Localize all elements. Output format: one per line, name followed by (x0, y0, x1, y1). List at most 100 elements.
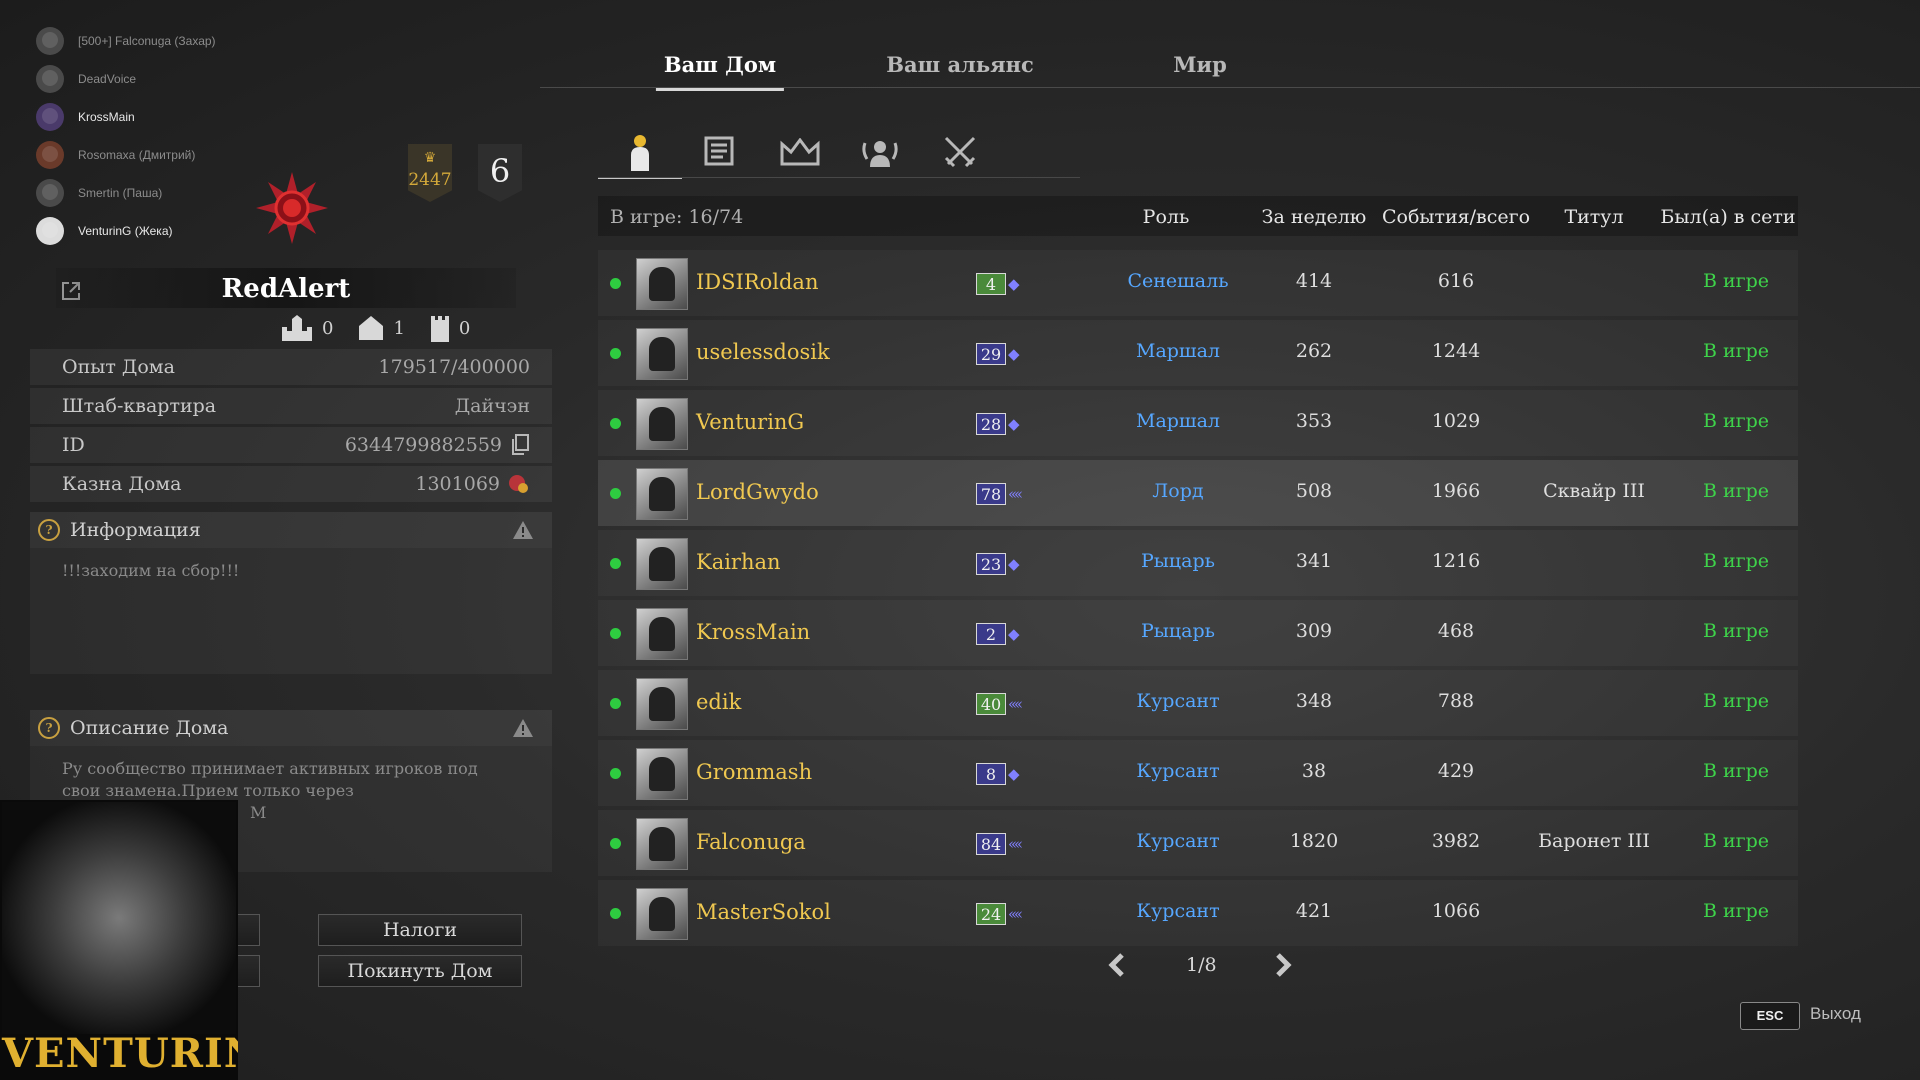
previous-page-icon[interactable] (1106, 952, 1130, 978)
member-row[interactable]: IDSIRoldan 4 ◆ Сенешаль 414 616 В игре (598, 250, 1798, 316)
subtab-war[interactable] (930, 128, 990, 176)
member-row[interactable]: edik 40 ‹‹‹‹ Курсант 348 788 В игре (598, 670, 1798, 736)
member-role[interactable]: Рыцарь (1141, 620, 1215, 642)
description-section-header: ? Описание Дома (30, 710, 552, 746)
member-avatar[interactable] (636, 818, 688, 870)
taxes-button[interactable]: Налоги (318, 914, 522, 946)
leave-house-button[interactable]: Покинуть Дом (318, 955, 522, 987)
member-role[interactable]: Курсант (1136, 760, 1219, 782)
member-total: 1966 (1431, 480, 1481, 502)
member-avatar[interactable] (636, 678, 688, 730)
online-count: В игре: 16/74 (610, 206, 744, 228)
header-title[interactable]: Титул (1564, 206, 1623, 228)
castle-icon (282, 315, 312, 341)
rank-chevron-icon: ◆ (1008, 625, 1019, 643)
report-icon[interactable] (512, 520, 534, 540)
house-count-value: 1 (393, 317, 405, 339)
member-avatar[interactable] (636, 258, 688, 310)
member-name[interactable]: Grommash (696, 760, 812, 784)
member-week: 1820 (1289, 830, 1339, 852)
rank-chevron-icon: ‹‹‹‹ (1008, 695, 1023, 713)
member-role[interactable]: Маршал (1136, 340, 1220, 362)
member-avatar[interactable] (636, 398, 688, 450)
member-week: 38 (1301, 760, 1327, 782)
person-icon (631, 135, 649, 171)
subtab-log[interactable] (690, 128, 750, 176)
header-week[interactable]: За неделю (1262, 206, 1367, 228)
member-row[interactable]: MasterSokol 24 ‹‹‹‹ Курсант 421 1066 В игре (598, 880, 1798, 946)
crown-icon: ♛ (423, 150, 437, 166)
tab-world[interactable]: Мир (1173, 52, 1227, 77)
member-row[interactable]: LordGwydo 78 ‹‹‹‹ Лорд 508 1966 Сквайр III В иг… (598, 460, 1798, 526)
house-count: 1 (357, 316, 405, 340)
voice-user: KrossMain (36, 98, 216, 136)
member-week: 309 (1295, 620, 1333, 642)
member-name[interactable]: Kairhan (696, 550, 781, 574)
member-avatar[interactable] (636, 468, 688, 520)
member-week: 262 (1295, 340, 1333, 362)
table-header: В игре: 16/74 Роль За неделю События/все… (598, 196, 1798, 236)
header-last-seen[interactable]: Был(а) в сети (1660, 206, 1795, 228)
subtab-management[interactable] (850, 128, 910, 176)
member-role[interactable]: Курсант (1136, 830, 1219, 852)
member-status: В игре (1702, 620, 1770, 642)
member-role[interactable]: Лорд (1152, 480, 1203, 502)
exit-label[interactable]: Выход (1810, 1004, 1861, 1024)
member-avatar[interactable] (636, 538, 688, 590)
member-avatar[interactable] (636, 608, 688, 660)
header-role[interactable]: Роль (1143, 206, 1190, 228)
info-section-title: Информация (70, 519, 201, 541)
member-level: 23 ◆ (976, 552, 1019, 576)
member-avatar[interactable] (636, 748, 688, 800)
member-name[interactable]: KrossMain (696, 620, 810, 644)
member-avatar[interactable] (636, 888, 688, 940)
tab-your-house[interactable]: Ваш Дом (655, 52, 785, 91)
esc-key-button[interactable]: ESC (1740, 1002, 1800, 1030)
member-name[interactable]: IDSIRoldan (696, 270, 818, 294)
voice-user-avatar (36, 103, 64, 131)
member-name[interactable]: uselessdosik (696, 340, 830, 364)
member-level: 84 ‹‹‹‹ (976, 832, 1023, 856)
member-status: В игре (1702, 340, 1770, 362)
member-row[interactable]: KrossMain 2 ◆ Рыцарь 309 468 В игре (598, 600, 1798, 666)
member-avatar[interactable] (636, 328, 688, 380)
member-status: В игре (1702, 760, 1770, 782)
rank-chevron-icon: ◆ (1008, 275, 1019, 293)
member-role[interactable]: Сенешаль (1127, 270, 1228, 292)
member-name[interactable]: VenturinG (696, 410, 804, 434)
report-icon[interactable] (512, 718, 534, 738)
house-icon (359, 316, 384, 340)
member-row[interactable]: VenturinG 28 ◆ Маршал 353 1029 В игре (598, 390, 1798, 456)
member-level-value: 29 (976, 343, 1006, 365)
member-row[interactable]: uselessdosik 29 ◆ Маршал 262 1244 В игре (598, 320, 1798, 386)
header-events[interactable]: События/всего (1382, 206, 1530, 228)
house-id-row: ID 6344799882559 (30, 427, 552, 463)
member-level-value: 40 (976, 693, 1006, 715)
member-role[interactable]: Курсант (1136, 900, 1219, 922)
member-level-value: 23 (976, 553, 1006, 575)
member-row[interactable]: Kairhan 23 ◆ Рыцарь 341 1216 В игре (598, 530, 1798, 596)
subtab-members[interactable] (598, 128, 682, 179)
member-name[interactable]: edik (696, 690, 741, 714)
member-name[interactable]: LordGwydo (696, 480, 819, 504)
next-page-icon[interactable] (1270, 952, 1294, 978)
member-week: 414 (1295, 270, 1333, 292)
member-role[interactable]: Рыцарь (1141, 550, 1215, 572)
online-status-dot (610, 698, 621, 709)
subtab-ranks[interactable] (770, 128, 830, 176)
pagination: 1/8 (1100, 952, 1300, 982)
member-total: 468 (1437, 620, 1475, 642)
tab-your-alliance[interactable]: Ваш альянс (886, 52, 1034, 77)
member-name[interactable]: MasterSokol (696, 900, 831, 924)
member-name[interactable]: Falconuga (696, 830, 806, 854)
member-role[interactable]: Курсант (1136, 690, 1219, 712)
member-row[interactable]: Grommash 8 ◆ Курсант 38 429 В игре (598, 740, 1798, 806)
description-text-line: Ру сообщество принимает активных игроков… (62, 759, 478, 778)
member-status: В игре (1702, 900, 1770, 922)
copy-icon[interactable] (510, 434, 530, 456)
description-text-line: свои знамена.Прием только через (62, 781, 354, 800)
member-role[interactable]: Маршал (1136, 410, 1220, 432)
member-level: 24 ‹‹‹‹ (976, 902, 1023, 926)
member-row[interactable]: Falconuga 84 ‹‹‹‹ Курсант 1820 3982 Баронет II… (598, 810, 1798, 876)
rank-chevron-icon: ◆ (1008, 415, 1019, 433)
